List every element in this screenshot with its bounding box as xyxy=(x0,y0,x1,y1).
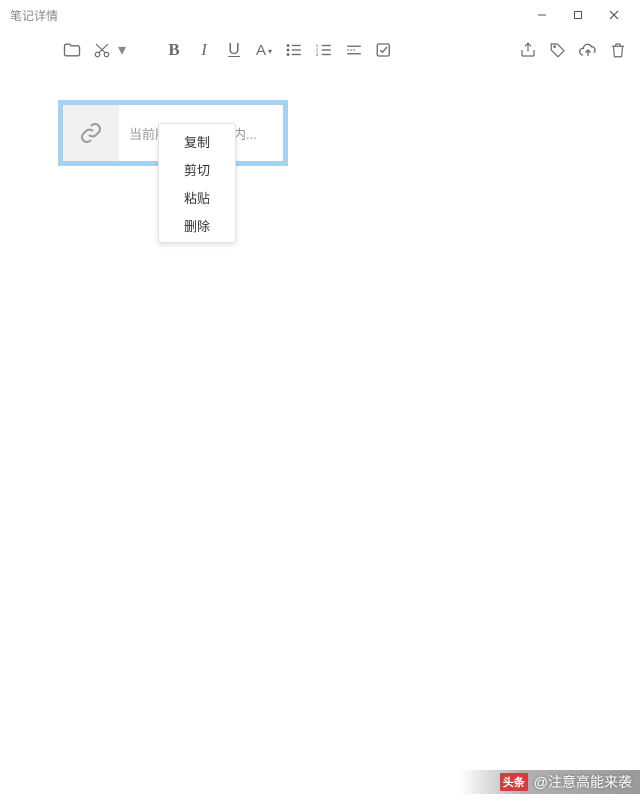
cloud-upload-icon[interactable] xyxy=(574,36,602,64)
cut-icon[interactable] xyxy=(88,36,116,64)
watermark: 头条 @注意高能来袭 xyxy=(460,770,640,794)
minimize-button[interactable] xyxy=(524,0,560,30)
font-color-button[interactable]: A▾ xyxy=(250,36,278,64)
checklist-icon[interactable] xyxy=(370,36,398,64)
context-menu: 复制 剪切 粘贴 删除 xyxy=(158,123,236,243)
unordered-list-icon[interactable] xyxy=(280,36,308,64)
titlebar: 笔记详情 xyxy=(0,0,640,30)
italic-button[interactable]: I xyxy=(190,36,218,64)
ordered-list-icon[interactable]: 123 xyxy=(310,36,338,64)
chevron-down-icon[interactable]: ▾ xyxy=(118,40,126,60)
divider-icon[interactable] xyxy=(340,36,368,64)
watermark-logo: 头条 xyxy=(500,773,528,791)
tag-icon[interactable] xyxy=(544,36,572,64)
window-controls xyxy=(524,0,632,30)
share-icon[interactable] xyxy=(514,36,542,64)
editor-area[interactable]: 当前版本不支持该内... xyxy=(0,70,640,176)
menu-item-cut[interactable]: 剪切 xyxy=(159,155,235,183)
menu-item-paste[interactable]: 粘贴 xyxy=(159,183,235,211)
link-icon xyxy=(63,105,119,161)
chevron-down-icon: ▾ xyxy=(268,47,272,56)
menu-item-copy[interactable]: 复制 xyxy=(159,127,235,155)
watermark-text: @注意高能来袭 xyxy=(534,772,632,792)
bold-button[interactable]: B xyxy=(160,36,188,64)
trash-icon[interactable] xyxy=(604,36,632,64)
window-title: 笔记详情 xyxy=(8,7,58,24)
folder-icon[interactable] xyxy=(58,36,86,64)
menu-item-delete[interactable]: 删除 xyxy=(159,211,235,239)
toolbar: ▾ B I U A▾ 123 xyxy=(0,30,640,70)
close-button[interactable] xyxy=(596,0,632,30)
maximize-button[interactable] xyxy=(560,0,596,30)
underline-button[interactable]: U xyxy=(220,36,248,64)
svg-text:3: 3 xyxy=(316,52,319,57)
